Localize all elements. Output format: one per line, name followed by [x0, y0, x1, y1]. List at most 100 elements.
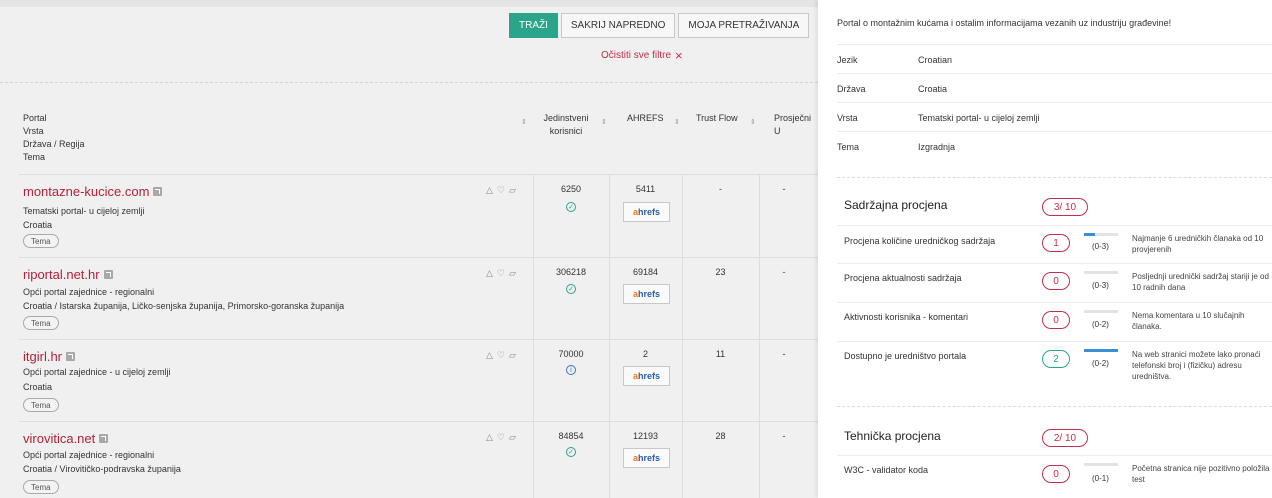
portal-detail-panel: Portal o montažnim kućama i ostalim info…	[818, 0, 1272, 498]
sort-icon[interactable]: ⇕	[750, 118, 756, 126]
check-icon: ✓	[566, 447, 576, 457]
portal-link[interactable]: virovitica.net	[23, 431, 109, 446]
ahrefs-value: 2	[642, 349, 648, 359]
tech-section-title: Tehnička procjena	[844, 429, 941, 443]
criterion-label: Procjena aktualnosti sadržaja	[844, 273, 962, 283]
toolbar: TRAŽI SAKRIJ NAPREDNO MOJA PRETRAŽIVANJA	[509, 13, 810, 38]
ahrefs-button[interactable]: a hrefs	[623, 448, 670, 468]
criterion-score: 0	[1042, 311, 1070, 329]
check-icon: ✓	[566, 202, 576, 212]
avg-value: -	[782, 267, 786, 277]
row-actions: △ ♡ ▱	[486, 268, 516, 279]
content-score-badge: 3/ 10	[1042, 198, 1088, 216]
info-value: Croatian	[918, 55, 953, 65]
criterion-label: Procjena količine uredničkog sadržaja	[844, 236, 996, 246]
external-link-icon[interactable]	[66, 352, 76, 361]
note-icon[interactable]: ▱	[509, 350, 516, 361]
note-icon[interactable]: ▱	[509, 268, 516, 279]
header-portal[interactable]: Portal Vrsta Država / Regija Tema	[23, 112, 85, 164]
ahrefs-value: 5411	[635, 184, 656, 194]
ahrefs-button[interactable]: a hrefs	[623, 284, 670, 304]
heart-icon[interactable]: ♡	[497, 185, 505, 196]
tag-badge[interactable]: Tema	[23, 234, 59, 248]
portal-link[interactable]: riportal.net.hr	[23, 267, 113, 282]
unique-users: 6250	[560, 184, 582, 194]
ahrefs-button[interactable]: a hrefs	[623, 366, 670, 386]
unique-users: 306218	[555, 267, 587, 277]
note-icon[interactable]: ▱	[509, 432, 516, 443]
portal-region: Croatia / Istarska županija, Ličko-senjs…	[23, 301, 345, 311]
tag-badge[interactable]: Tema	[23, 480, 59, 494]
criterion-score: 2	[1042, 350, 1070, 368]
tag-badge[interactable]: Tema	[23, 398, 59, 412]
avg-value: -	[782, 431, 786, 441]
unique-users: 70000	[558, 349, 584, 359]
external-link-icon[interactable]	[99, 434, 109, 443]
my-searches-button[interactable]: MOJA PRETRAŽIVANJA	[678, 13, 810, 38]
warning-icon[interactable]: △	[486, 432, 493, 443]
sort-icon[interactable]: ⇕	[601, 118, 607, 126]
info-label: Država	[837, 84, 866, 94]
heart-icon[interactable]: ♡	[497, 432, 505, 443]
tech-score-badge: 2/ 10	[1042, 429, 1088, 447]
top-strip	[0, 0, 818, 7]
info-value: Izgradnja	[918, 142, 956, 152]
criterion-range: (0-2)	[1092, 359, 1109, 368]
header-trust-flow[interactable]: Trust Flow	[696, 112, 738, 125]
portal-region: Croatia	[23, 382, 53, 392]
criterion-range: (0-3)	[1092, 281, 1109, 290]
portal-link[interactable]: itgirl.hr	[23, 349, 76, 364]
criterion-score: 0	[1042, 272, 1070, 290]
trust-flow: 23	[715, 267, 726, 277]
portal-type: Tematski portal- u cijeloj zemlji	[23, 206, 145, 216]
criterion-bar	[1084, 463, 1118, 466]
warning-icon[interactable]: △	[486, 350, 493, 361]
criterion-bar	[1084, 310, 1118, 313]
header-avg[interactable]: Prosječni U	[774, 112, 818, 138]
table-header: Portal Vrsta Država / Regija Tema ⇕ Jedi…	[19, 112, 818, 174]
header-ahrefs[interactable]: AHREFS	[627, 112, 664, 125]
criterion-label: Aktivnosti korisnika - komentari	[844, 312, 969, 322]
content-section-title: Sadržajna procjena	[844, 198, 948, 212]
header-unique-users[interactable]: Jedinstveni korisnici	[543, 112, 589, 138]
table-row: montazne-kucice.com Tematski portal- u c…	[19, 174, 818, 257]
check-icon: ✓	[566, 284, 576, 294]
ahrefs-value: 12193	[632, 431, 659, 441]
sort-icon[interactable]: ⇕	[521, 118, 527, 126]
warning-icon[interactable]: △	[486, 185, 493, 196]
hide-advanced-button[interactable]: SAKRIJ NAPREDNO	[560, 13, 676, 38]
warning-icon[interactable]: △	[486, 268, 493, 279]
criterion-range: (0-2)	[1092, 320, 1109, 329]
info-icon[interactable]: i	[566, 365, 576, 375]
avg-value: -	[782, 349, 786, 359]
tag-badge[interactable]: Tema	[23, 316, 59, 330]
heart-icon[interactable]: ♡	[497, 268, 505, 279]
criterion-range: (0-3)	[1092, 242, 1109, 251]
avg-value: -	[782, 184, 786, 194]
search-button[interactable]: TRAŽI	[509, 13, 558, 38]
portal-type: Opći portal zajednice - regionalni	[23, 450, 155, 460]
info-label: Tema	[837, 142, 860, 152]
external-link-icon[interactable]	[153, 187, 163, 196]
criterion-score: 0	[1042, 465, 1070, 483]
info-value: Croatia	[918, 84, 948, 94]
external-link-icon[interactable]	[103, 270, 113, 279]
heart-icon[interactable]: ♡	[497, 350, 505, 361]
criterion-range: (0-1)	[1092, 474, 1109, 483]
criterion-bar	[1084, 233, 1118, 236]
row-actions: △ ♡ ▱	[486, 432, 516, 443]
criterion-label: Dostupno je uredništvo portala	[844, 351, 967, 361]
info-label: Vrsta	[837, 113, 858, 123]
portal-link[interactable]: montazne-kucice.com	[23, 184, 163, 199]
row-actions: △ ♡ ▱	[486, 185, 516, 196]
table-row: riportal.net.hr Opći portal zajednice - …	[19, 257, 818, 339]
ahrefs-button[interactable]: a hrefs	[623, 202, 670, 222]
portal-region: Croatia / Virovitičko-podravska županija	[23, 464, 181, 474]
note-icon[interactable]: ▱	[509, 185, 516, 196]
trust-flow: 28	[715, 431, 726, 441]
clear-filters-link[interactable]: Očistiti sve filtre ×	[601, 48, 683, 63]
table-row: virovitica.net Opći portal zajednice - r…	[19, 421, 818, 498]
sort-icon[interactable]: ⇕	[674, 118, 680, 126]
portal-description: Portal o montažnim kućama i ostalim info…	[837, 18, 1172, 28]
criterion-note: Početna stranica nije pozitivno položila…	[1132, 464, 1270, 484]
